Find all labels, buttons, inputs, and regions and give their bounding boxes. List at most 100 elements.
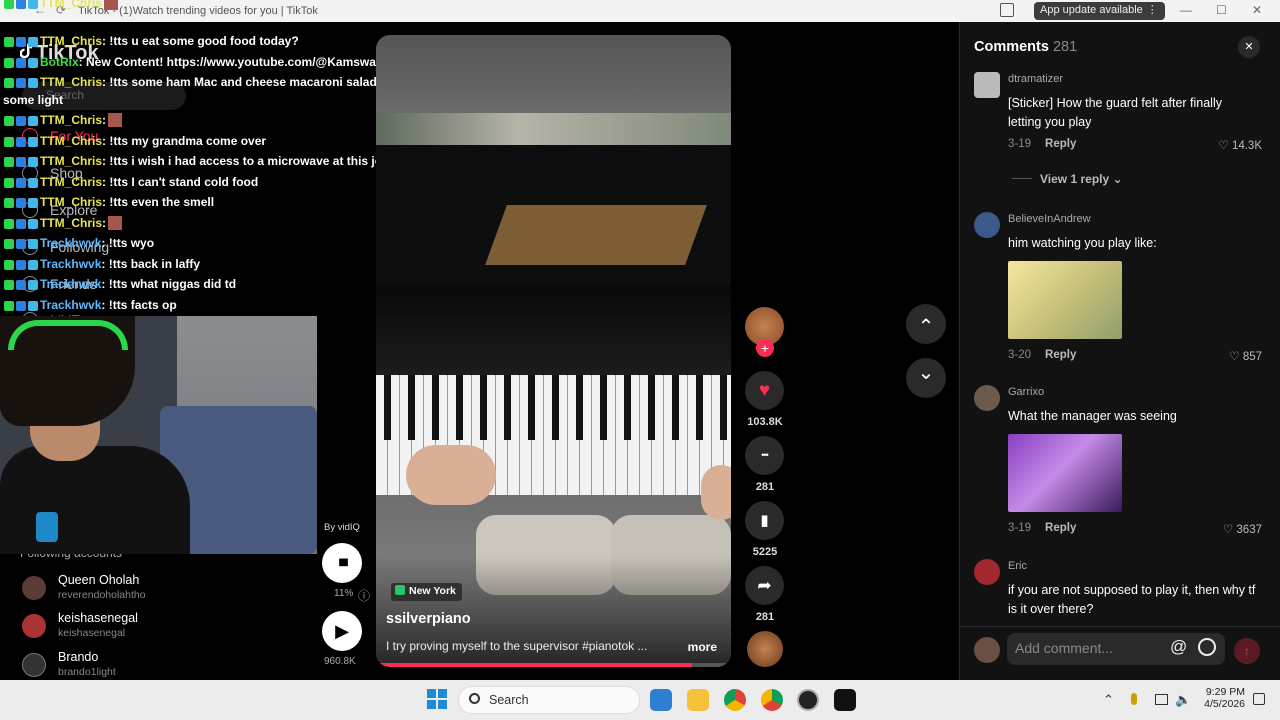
comment-username[interactable]: dtramatizer [1008, 73, 1063, 85]
music-disc-icon[interactable] [747, 631, 783, 667]
chrome-profile-icon[interactable] [761, 689, 783, 711]
view-replies-button[interactable]: View 1 reply ⌄ [1012, 172, 1123, 186]
chrome-icon[interactable] [724, 689, 746, 711]
app-update-button[interactable]: App update available ⋮ [1034, 2, 1165, 20]
chat-username[interactable]: TTM_Chris [40, 113, 102, 127]
account-handle: keishasenegal [58, 627, 126, 639]
chat-badges [4, 218, 40, 232]
location-tag[interactable]: New York [391, 583, 462, 601]
extensions-icon[interactable] [1000, 3, 1014, 17]
badge-icon [4, 280, 14, 290]
previous-video-button[interactable]: ⌃ [906, 304, 946, 344]
chat-username[interactable]: Trackhwvk [40, 298, 101, 312]
heart-outline-icon: ♡ [1222, 524, 1234, 536]
send-comment-button[interactable]: ↑ [1234, 638, 1260, 664]
comment-username[interactable]: Garrixo [1008, 386, 1044, 398]
following-account[interactable]: Brando brando1light [22, 649, 272, 681]
maximize-button[interactable]: ☐ [1216, 3, 1227, 17]
windows-logo-tile [438, 689, 447, 698]
emoji-icon[interactable] [1198, 638, 1216, 656]
follow-plus-icon[interactable]: + [756, 339, 774, 357]
chat-username[interactable]: BotRix [40, 55, 79, 69]
chat-text: : !tts back in laffy [101, 257, 201, 271]
reply-button[interactable]: Reply [1045, 138, 1076, 150]
notification-icon[interactable] [1253, 693, 1265, 705]
badge-icon [28, 78, 38, 88]
chat-message: TTM_Chris: [4, 113, 123, 129]
comment-button[interactable]: ••• [745, 436, 784, 475]
tray-chevron-icon[interactable]: ⌃ [1103, 692, 1114, 708]
webcam-cup [36, 512, 58, 542]
account-handle: reverendoholahtho [58, 589, 146, 601]
comment-username[interactable]: BelieveInAndrew [1008, 213, 1091, 225]
chat-username[interactable]: Trackhwvk [40, 277, 101, 291]
start-button[interactable] [427, 689, 447, 709]
following-account[interactable]: keishasenegal keishasenegal [22, 610, 272, 642]
comment-sticker-image[interactable] [1008, 434, 1122, 512]
chat-username[interactable]: Trackhwvk [40, 257, 101, 271]
chat-username[interactable]: TTM_Chris [40, 175, 102, 189]
comment-like-button[interactable]: ♡ 857 [1229, 349, 1262, 363]
obs-icon[interactable] [797, 689, 819, 711]
comment-sticker-image[interactable] [1008, 261, 1122, 339]
comment-like-button[interactable]: ♡ 3637 [1223, 522, 1262, 536]
next-video-button[interactable]: ⌄ [906, 358, 946, 398]
file-explorer-icon[interactable] [687, 689, 709, 711]
chat-text: : New Content! https://www.youtube.com/@… [78, 55, 403, 69]
chat-username[interactable]: TTM_Chris [40, 0, 102, 10]
chat-username[interactable]: TTM_Chris [40, 154, 102, 168]
chat-badges [4, 259, 40, 273]
reply-button[interactable]: Reply [1045, 349, 1076, 361]
caption-more-button[interactable]: more [688, 640, 717, 654]
vidiq-stats-button[interactable]: ▮▮▮ [322, 543, 362, 583]
clock-time: 9:29 PM [1205, 686, 1245, 698]
more-options-icon[interactable]: ⋮ [1147, 3, 1158, 16]
chat-username[interactable]: TTM_Chris [40, 75, 102, 89]
minimize-button[interactable]: — [1180, 3, 1192, 17]
chat-username[interactable]: TTM_Chris [40, 216, 102, 230]
account-handle: brando1light [58, 666, 116, 678]
chat-username[interactable]: TTM_Chris [40, 195, 102, 209]
badge-icon [28, 260, 38, 270]
comment-like-button[interactable]: ♡ 14.3K [1218, 138, 1262, 152]
volume-icon[interactable]: 🔈 [1175, 692, 1191, 708]
like-button[interactable]: ♥ [745, 371, 784, 410]
reply-button[interactable]: Reply [1045, 522, 1076, 534]
mention-icon[interactable]: @ [1170, 637, 1187, 657]
bookmark-icon: ▮ [760, 512, 769, 529]
badge-icon [4, 137, 14, 147]
play-button[interactable]: ▶ [322, 611, 362, 651]
close-comments-button[interactable]: ✕ [1238, 36, 1260, 58]
video-progress-bar[interactable] [376, 663, 731, 667]
comment-username[interactable]: Eric [1008, 560, 1027, 572]
chat-username[interactable]: TTM_Chris [40, 134, 102, 148]
chat-message: TTM_Chris: !tts I can't stand cold food [4, 175, 258, 191]
search-icon [469, 693, 480, 704]
system-clock[interactable]: 9:29 PM 4/5/2026 [1197, 686, 1245, 710]
share-button[interactable]: ➦ [745, 566, 784, 605]
chat-message: TTM_Chris: !tts some ham Mac and cheese … [4, 75, 426, 91]
network-icon[interactable] [1155, 694, 1168, 705]
avatar[interactable] [974, 72, 1000, 98]
chat-message: Trackhwvk: !tts back in laffy [4, 257, 200, 273]
chat-username[interactable]: Trackhwvk [40, 236, 101, 250]
info-icon[interactable]: ⓘ [358, 587, 370, 604]
taskbar-search[interactable]: Search [458, 686, 640, 714]
badge-icon [28, 280, 38, 290]
chat-text: : !tts what niggas did td [101, 277, 237, 291]
avatar[interactable] [974, 385, 1000, 411]
save-button[interactable]: ▮ [745, 501, 784, 540]
tiktok-app-icon[interactable] [834, 689, 856, 711]
avatar[interactable] [974, 559, 1000, 585]
badge-icon [28, 239, 38, 249]
video-author[interactable]: ssilverpiano [386, 611, 471, 627]
store-app-icon[interactable] [650, 689, 672, 711]
add-comment-input[interactable]: Add comment... [1007, 633, 1225, 665]
following-account[interactable]: Queen Oholah reverendoholahtho [22, 572, 272, 604]
microphone-icon[interactable] [1131, 693, 1137, 705]
video-player[interactable]: New York ssilverpiano I try proving myse… [376, 35, 731, 667]
avatar[interactable] [974, 212, 1000, 238]
player-hand [406, 445, 496, 505]
chat-username[interactable]: TTM_Chris [40, 34, 102, 48]
close-window-button[interactable]: ✕ [1252, 3, 1262, 17]
